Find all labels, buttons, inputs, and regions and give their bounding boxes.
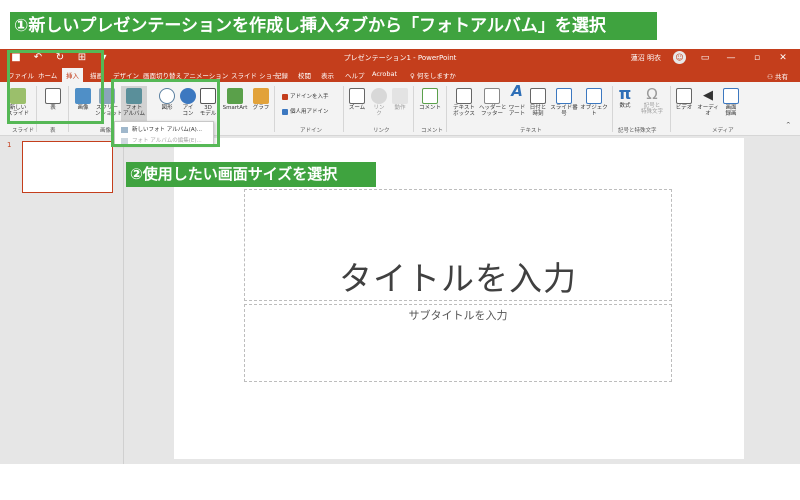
restore-icon[interactable]: ▫ <box>750 53 764 63</box>
omega-icon: Ω <box>646 85 658 103</box>
group-separator <box>612 86 613 132</box>
tab-view[interactable]: 表示 <box>321 70 334 80</box>
group-label-comments: コメント <box>421 128 444 134</box>
header-footer-icon <box>484 88 500 104</box>
group-label-media: メディア <box>712 128 734 134</box>
object-icon <box>586 88 602 104</box>
subtitle-placeholder-text: サブタイトルを入力 <box>408 309 508 322</box>
group-label-slides: スライド <box>12 128 35 134</box>
wordart-button[interactable]: A ワード アート <box>507 82 527 118</box>
share-button[interactable]: ⚇ 共有 <box>767 71 788 81</box>
globe-icon <box>371 88 387 104</box>
action-button[interactable]: 動作 <box>391 88 409 111</box>
screen-recording-button[interactable]: 画面 録画 <box>722 88 740 117</box>
powerpoint-screen: ■ ↶ ↻ ⊞ ▾ プレゼンテーション1 - PowerPoint 蓮沼 明衣 … <box>0 0 800 500</box>
symbol-button[interactable]: Ω 記号と 特殊文字 <box>640 86 664 115</box>
link-button[interactable]: リン ク <box>370 88 388 117</box>
speaker-icon: ◀ <box>703 88 713 103</box>
smartart-icon <box>227 88 243 104</box>
title-placeholder-text: タイトルを入力 <box>339 259 577 298</box>
slide-number-icon <box>556 88 572 104</box>
audio-button[interactable]: ◀ オーディオ <box>696 88 720 117</box>
video-icon <box>676 88 692 104</box>
tab-slideshow[interactable]: スライド ショー <box>231 70 279 80</box>
collapse-ribbon-icon[interactable]: ^ <box>786 122 791 128</box>
video-button[interactable]: ビデオ <box>674 88 694 111</box>
store-icon <box>282 93 288 100</box>
user-area: 蓮沼 明衣 ☺ ▭ — ▫ ✕ <box>631 51 790 64</box>
user-name: 蓮沼 明衣 <box>630 53 661 62</box>
chart-button[interactable]: グラフ <box>252 88 270 111</box>
minimize-icon[interactable]: — <box>724 53 738 63</box>
get-addins-button[interactable]: アドインを入手 <box>282 92 329 100</box>
group-separator <box>446 86 447 132</box>
slide-number-button[interactable]: スライド番号 <box>549 88 579 117</box>
group-separator <box>670 86 671 132</box>
group-label-text: テキスト <box>520 128 542 134</box>
star-icon <box>392 88 408 104</box>
tab-help[interactable]: ヘルプ <box>345 70 365 80</box>
zoom-button[interactable]: ズーム <box>347 88 367 111</box>
person-icon: ⚇ <box>767 73 775 81</box>
chart-icon <box>253 88 269 104</box>
group-label-tables: 表 <box>50 128 56 134</box>
equation-button[interactable]: π 数式 <box>616 84 634 110</box>
slide-thumbnail[interactable] <box>22 141 113 193</box>
avatar[interactable]: ☺ <box>673 51 686 64</box>
group-separator <box>413 86 414 132</box>
status-bar <box>0 464 800 500</box>
tab-acrobat[interactable]: Acrobat <box>372 70 397 78</box>
calendar-icon <box>530 88 546 104</box>
smartart-button[interactable]: SmartArt <box>220 88 250 111</box>
addins-icon <box>282 108 288 115</box>
tab-review[interactable]: 校閲 <box>298 70 311 80</box>
group-label-images: 画像 <box>100 128 112 134</box>
ribbon-display-options-icon[interactable]: ▭ <box>698 53 712 63</box>
comment-button[interactable]: コメント <box>418 88 442 111</box>
group-label-links: リンク <box>373 128 390 134</box>
group-separator <box>343 86 344 132</box>
text-box-button[interactable]: テキスト ボックス <box>451 88 477 117</box>
highlight-frame-qat-tab <box>7 50 104 124</box>
title-bar: ■ ↶ ↻ ⊞ ▾ プレゼンテーション1 - PowerPoint 蓮沼 明衣 … <box>0 49 800 68</box>
wordart-icon: A <box>511 82 523 100</box>
group-separator <box>274 86 275 132</box>
highlight-frame-photo-album <box>111 79 220 147</box>
zoom-icon <box>349 88 365 104</box>
text-box-icon <box>456 88 472 104</box>
slide-number-label: 1 <box>7 141 12 149</box>
my-addins-button[interactable]: 個人用アドイン <box>282 107 329 115</box>
pi-icon: π <box>618 84 632 103</box>
group-label-addins: アドイン <box>300 128 323 134</box>
comment-icon <box>422 88 438 104</box>
date-time-button[interactable]: 日付と 時刻 <box>529 88 547 117</box>
instruction-banner-step2: ②使用したい画面サイズを選択 <box>126 162 376 187</box>
lightbulb-icon: ♀ <box>410 72 417 80</box>
tab-record[interactable]: 記録 <box>275 70 288 80</box>
screen-recording-icon <box>723 88 739 104</box>
object-button[interactable]: オブジェクト <box>580 88 608 117</box>
close-icon[interactable]: ✕ <box>776 53 790 63</box>
tell-me-search[interactable]: ♀ 何をしますか <box>410 70 456 80</box>
header-footer-button[interactable]: ヘッダーと フッター <box>479 88 507 117</box>
instruction-banner-step1: ①新しいプレゼンテーションを作成し挿入タブから「フォトアルバム」を選択 <box>10 12 657 40</box>
group-label-symbols: 記号と特殊文字 <box>618 128 657 134</box>
